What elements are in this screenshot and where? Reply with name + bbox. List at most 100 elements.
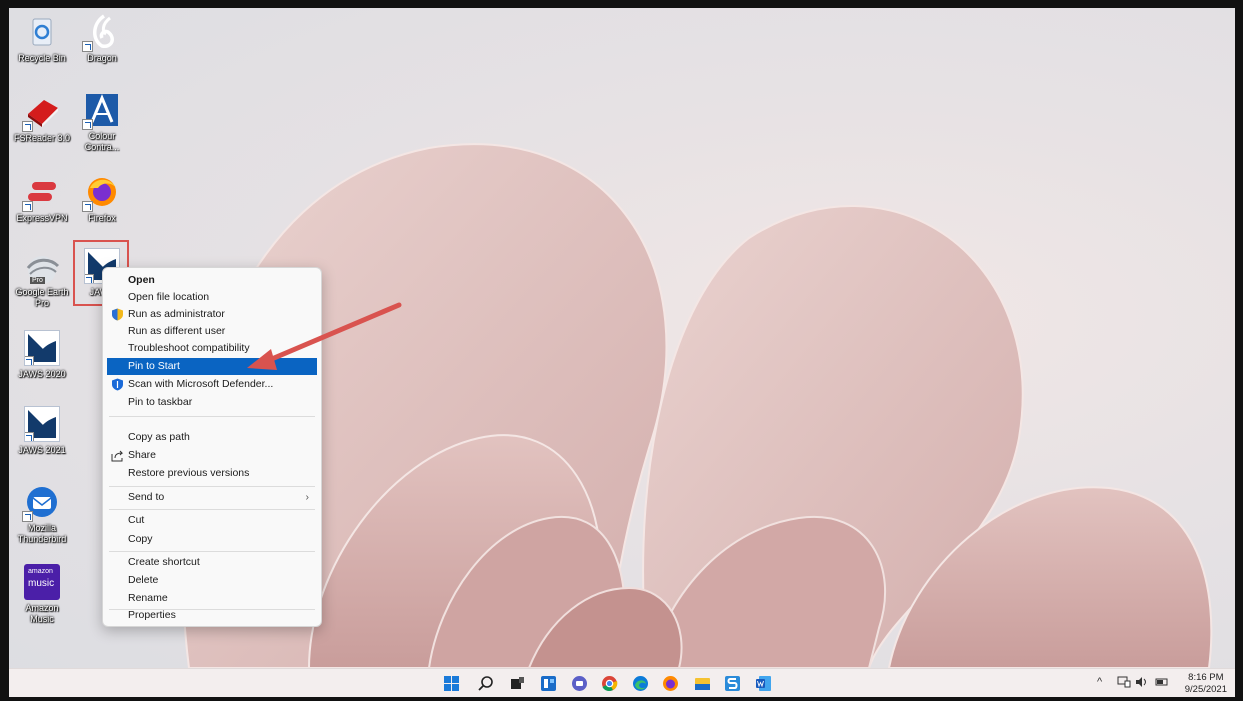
clock-time: 8:16 PM (1188, 672, 1224, 683)
book-icon (22, 94, 60, 132)
desktop-icon-label: Amazon Music (25, 603, 59, 624)
desktop-icon-jaws-2020[interactable]: JAWS 2020 (13, 330, 71, 380)
menu-item-open-file-location[interactable]: Open file location (107, 289, 317, 306)
menu-item-open[interactable]: Open (107, 272, 317, 289)
recycle-bin-icon (24, 14, 60, 50)
menu-item-run-as-administrator[interactable]: Run as administrator (107, 306, 317, 323)
menu-item-label: Troubleshoot compatibility (128, 342, 250, 354)
menu-item-label: Open file location (128, 291, 210, 303)
desktop-icon-label: Firefox (88, 213, 116, 223)
menu-item-pin-to-taskbar[interactable]: Pin to taskbar (107, 394, 317, 411)
menu-item-properties[interactable]: Properties (107, 607, 317, 624)
firefox-icon (82, 174, 120, 212)
menu-item-pin-to-start[interactable]: Pin to Start (107, 358, 317, 375)
menu-item-label: Run as administrator (128, 308, 225, 320)
desktop-icon-jaws-2021[interactable]: JAWS 2021 (13, 406, 71, 456)
amazon-music-icon: amazon music (24, 564, 60, 600)
menu-item-label: Share (128, 449, 157, 461)
menu-item-create-shortcut[interactable]: Create shortcut (107, 554, 317, 571)
amazon-tile-text: amazon (28, 568, 53, 575)
defender-shield-icon (112, 378, 123, 391)
desktop-icon-dragon[interactable]: Dragon (73, 14, 131, 64)
menu-item-label: Copy as path (128, 431, 190, 443)
menu-item-copy-as-path[interactable]: Copy as path (107, 429, 317, 446)
music-tile-text: music (28, 578, 55, 589)
menu-item-label: Create shortcut (128, 556, 200, 568)
thunderbird-icon (22, 484, 60, 522)
menu-item-label: Delete (128, 574, 159, 586)
desktop-icon-label: Dragon (87, 53, 117, 63)
tray-overflow-chevron[interactable]: ^ (1097, 676, 1102, 688)
menu-item-cut[interactable]: Cut (107, 512, 317, 529)
desktop-icon-label: ExpressVPN (16, 213, 68, 223)
desktop-icon-label: Google Earth Pro (15, 287, 69, 308)
pro-badge: Pro (30, 277, 45, 284)
s-app-icon[interactable] (724, 675, 741, 692)
jaws-icon (24, 330, 60, 366)
chevron-right-icon: › (305, 491, 310, 503)
desktop-icon-label: Mozilla Thunderbird (17, 523, 67, 544)
desktop-icon-colour-contrast[interactable]: Colour Contra... (73, 92, 131, 153)
menu-separator (109, 486, 315, 487)
desktop-icon-thunderbird[interactable]: Mozilla Thunderbird (13, 484, 71, 545)
teams-chat-icon[interactable] (571, 675, 588, 692)
widgets-icon[interactable] (540, 675, 557, 692)
menu-item-label: Pin to taskbar (128, 396, 193, 408)
colour-contrast-icon (82, 92, 120, 130)
menu-item-label: Restore previous versions (128, 467, 250, 479)
menu-item-label: Run as different user (128, 325, 226, 337)
desktop-icon-label: FSReader 3.0 (13, 133, 71, 143)
menu-item-label: Send to (128, 491, 165, 503)
screenshot-frame: Recycle Bin Dragon FSReader 3.0 Colour C… (0, 0, 1243, 701)
menu-item-run-as-different-user[interactable]: Run as different user (107, 323, 317, 340)
desktop-screen: Recycle Bin Dragon FSReader 3.0 Colour C… (9, 8, 1235, 697)
menu-separator (109, 551, 315, 552)
battery-icon[interactable] (1155, 676, 1169, 688)
file-explorer-icon[interactable] (694, 675, 711, 692)
taskbar: ^ 8:16 PM 9/25/2021 (9, 668, 1235, 697)
menu-item-share[interactable]: Share (107, 447, 317, 464)
task-view-icon[interactable] (509, 675, 526, 692)
desktop-icon-label: JAWS 2020 (18, 369, 66, 379)
menu-item-label: Scan with Microsoft Defender... (128, 378, 274, 390)
menu-item-label: Copy (128, 533, 153, 545)
menu-item-label: Properties (128, 609, 176, 621)
menu-separator (109, 416, 315, 417)
menu-item-rename[interactable]: Rename (107, 590, 317, 607)
menu-item-delete[interactable]: Delete (107, 572, 317, 589)
desktop-icon-label: Recycle Bin (18, 53, 66, 63)
word-icon[interactable] (755, 675, 772, 692)
edge-icon[interactable] (632, 675, 649, 692)
clock-date: 9/25/2021 (1184, 684, 1227, 695)
menu-item-copy[interactable]: Copy (107, 531, 317, 548)
network-icon[interactable] (1117, 676, 1131, 688)
uac-shield-icon (112, 308, 123, 321)
menu-item-send-to[interactable]: Send to › (107, 489, 317, 506)
desktop-icon-label: JAWS 2021 (18, 445, 66, 455)
search-icon[interactable] (477, 675, 494, 692)
volume-icon[interactable] (1135, 676, 1149, 688)
menu-item-label: Cut (128, 514, 145, 526)
firefox-icon[interactable] (662, 675, 679, 692)
menu-item-label: Open (128, 274, 155, 286)
context-menu: Open Open file location Run as administr… (102, 267, 322, 627)
desktop-icon-google-earth[interactable]: Pro Google Earth Pro (13, 248, 71, 309)
windows-start-icon[interactable] (443, 675, 460, 692)
expressvpn-icon (22, 174, 60, 212)
desktop-icon-firefox[interactable]: Firefox (73, 174, 131, 224)
jaws-icon (24, 406, 60, 442)
google-earth-icon: Pro (24, 248, 60, 284)
menu-item-label: Rename (128, 592, 168, 604)
desktop-icon-amazon-music[interactable]: amazon music Amazon Music (13, 564, 71, 625)
chrome-icon[interactable] (601, 675, 618, 692)
desktop-icon-fsreader[interactable]: FSReader 3.0 (13, 94, 71, 144)
system-clock[interactable]: 8:16 PM 9/25/2021 (1185, 672, 1227, 696)
share-icon (111, 450, 124, 462)
menu-item-troubleshoot-compatibility[interactable]: Troubleshoot compatibility (107, 340, 317, 357)
desktop-icon-recycle-bin[interactable]: Recycle Bin (13, 14, 71, 64)
menu-item-scan-with-defender[interactable]: Scan with Microsoft Defender... (107, 376, 317, 393)
menu-separator (109, 509, 315, 510)
menu-item-restore-previous-versions[interactable]: Restore previous versions (107, 465, 317, 482)
desktop-icon-expressvpn[interactable]: ExpressVPN (13, 174, 71, 224)
desktop-icon-label: Colour Contra... (84, 131, 120, 152)
